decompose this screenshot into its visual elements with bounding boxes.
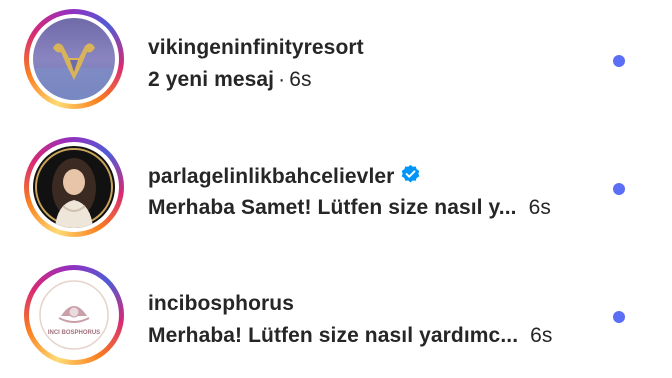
unread-dot-icon: [613, 311, 625, 323]
pearl-oyster-logo-icon: INCI BOSPHORUS: [33, 274, 115, 356]
message-preview: Merhaba! Lütfen size nasıl yardımc... 6s: [148, 324, 553, 348]
preview-text: 2 yeni mesaj: [148, 68, 275, 91]
thread-row-parlagelinlikbahcelievler[interactable]: parlagelinlikbahcelievler Merhaba Samet!…: [0, 128, 672, 246]
separator: ·: [278, 68, 286, 91]
username-text: parlagelinlikbahcelievler: [148, 165, 395, 188]
logo-text: INCI BOSPHORUS: [48, 330, 100, 336]
timestamp: 6s: [289, 68, 312, 91]
preview-text: Merhaba Samet! Lütfen size nasıl y...: [148, 196, 517, 219]
preview-text: Merhaba! Lütfen size nasıl yardımc...: [148, 324, 519, 347]
thread-row-incibosphorus[interactable]: INCI BOSPHORUS incibosphorus Merhaba! Lü…: [0, 256, 672, 374]
verified-badge-icon: [402, 164, 420, 183]
avatar[interactable]: INCI BOSPHORUS: [33, 274, 115, 356]
unread-dot-icon: [613, 183, 625, 195]
unread-dot-icon: [613, 55, 625, 67]
username: parlagelinlikbahcelievler: [148, 164, 421, 189]
bride-portrait-icon: [33, 146, 115, 228]
message-preview: 2 yeni mesaj · 6s: [148, 68, 312, 92]
avatar[interactable]: [33, 18, 115, 100]
message-preview: Merhaba Samet! Lütfen size nasıl y... 6s: [148, 196, 551, 220]
timestamp: 6s: [530, 324, 553, 347]
story-ring[interactable]: INCI BOSPHORUS: [24, 265, 124, 365]
viking-helmet-logo-icon: [33, 18, 115, 100]
username: vikingeninfinityresort: [148, 36, 364, 59]
avatar[interactable]: [33, 146, 115, 228]
username: incibosphorus: [148, 292, 294, 315]
timestamp: 6s: [528, 196, 551, 219]
story-ring[interactable]: [24, 9, 124, 109]
thread-row-vikingeninfinityresort[interactable]: vikingeninfinityresort 2 yeni mesaj · 6s: [0, 0, 672, 118]
story-ring[interactable]: [24, 137, 124, 237]
